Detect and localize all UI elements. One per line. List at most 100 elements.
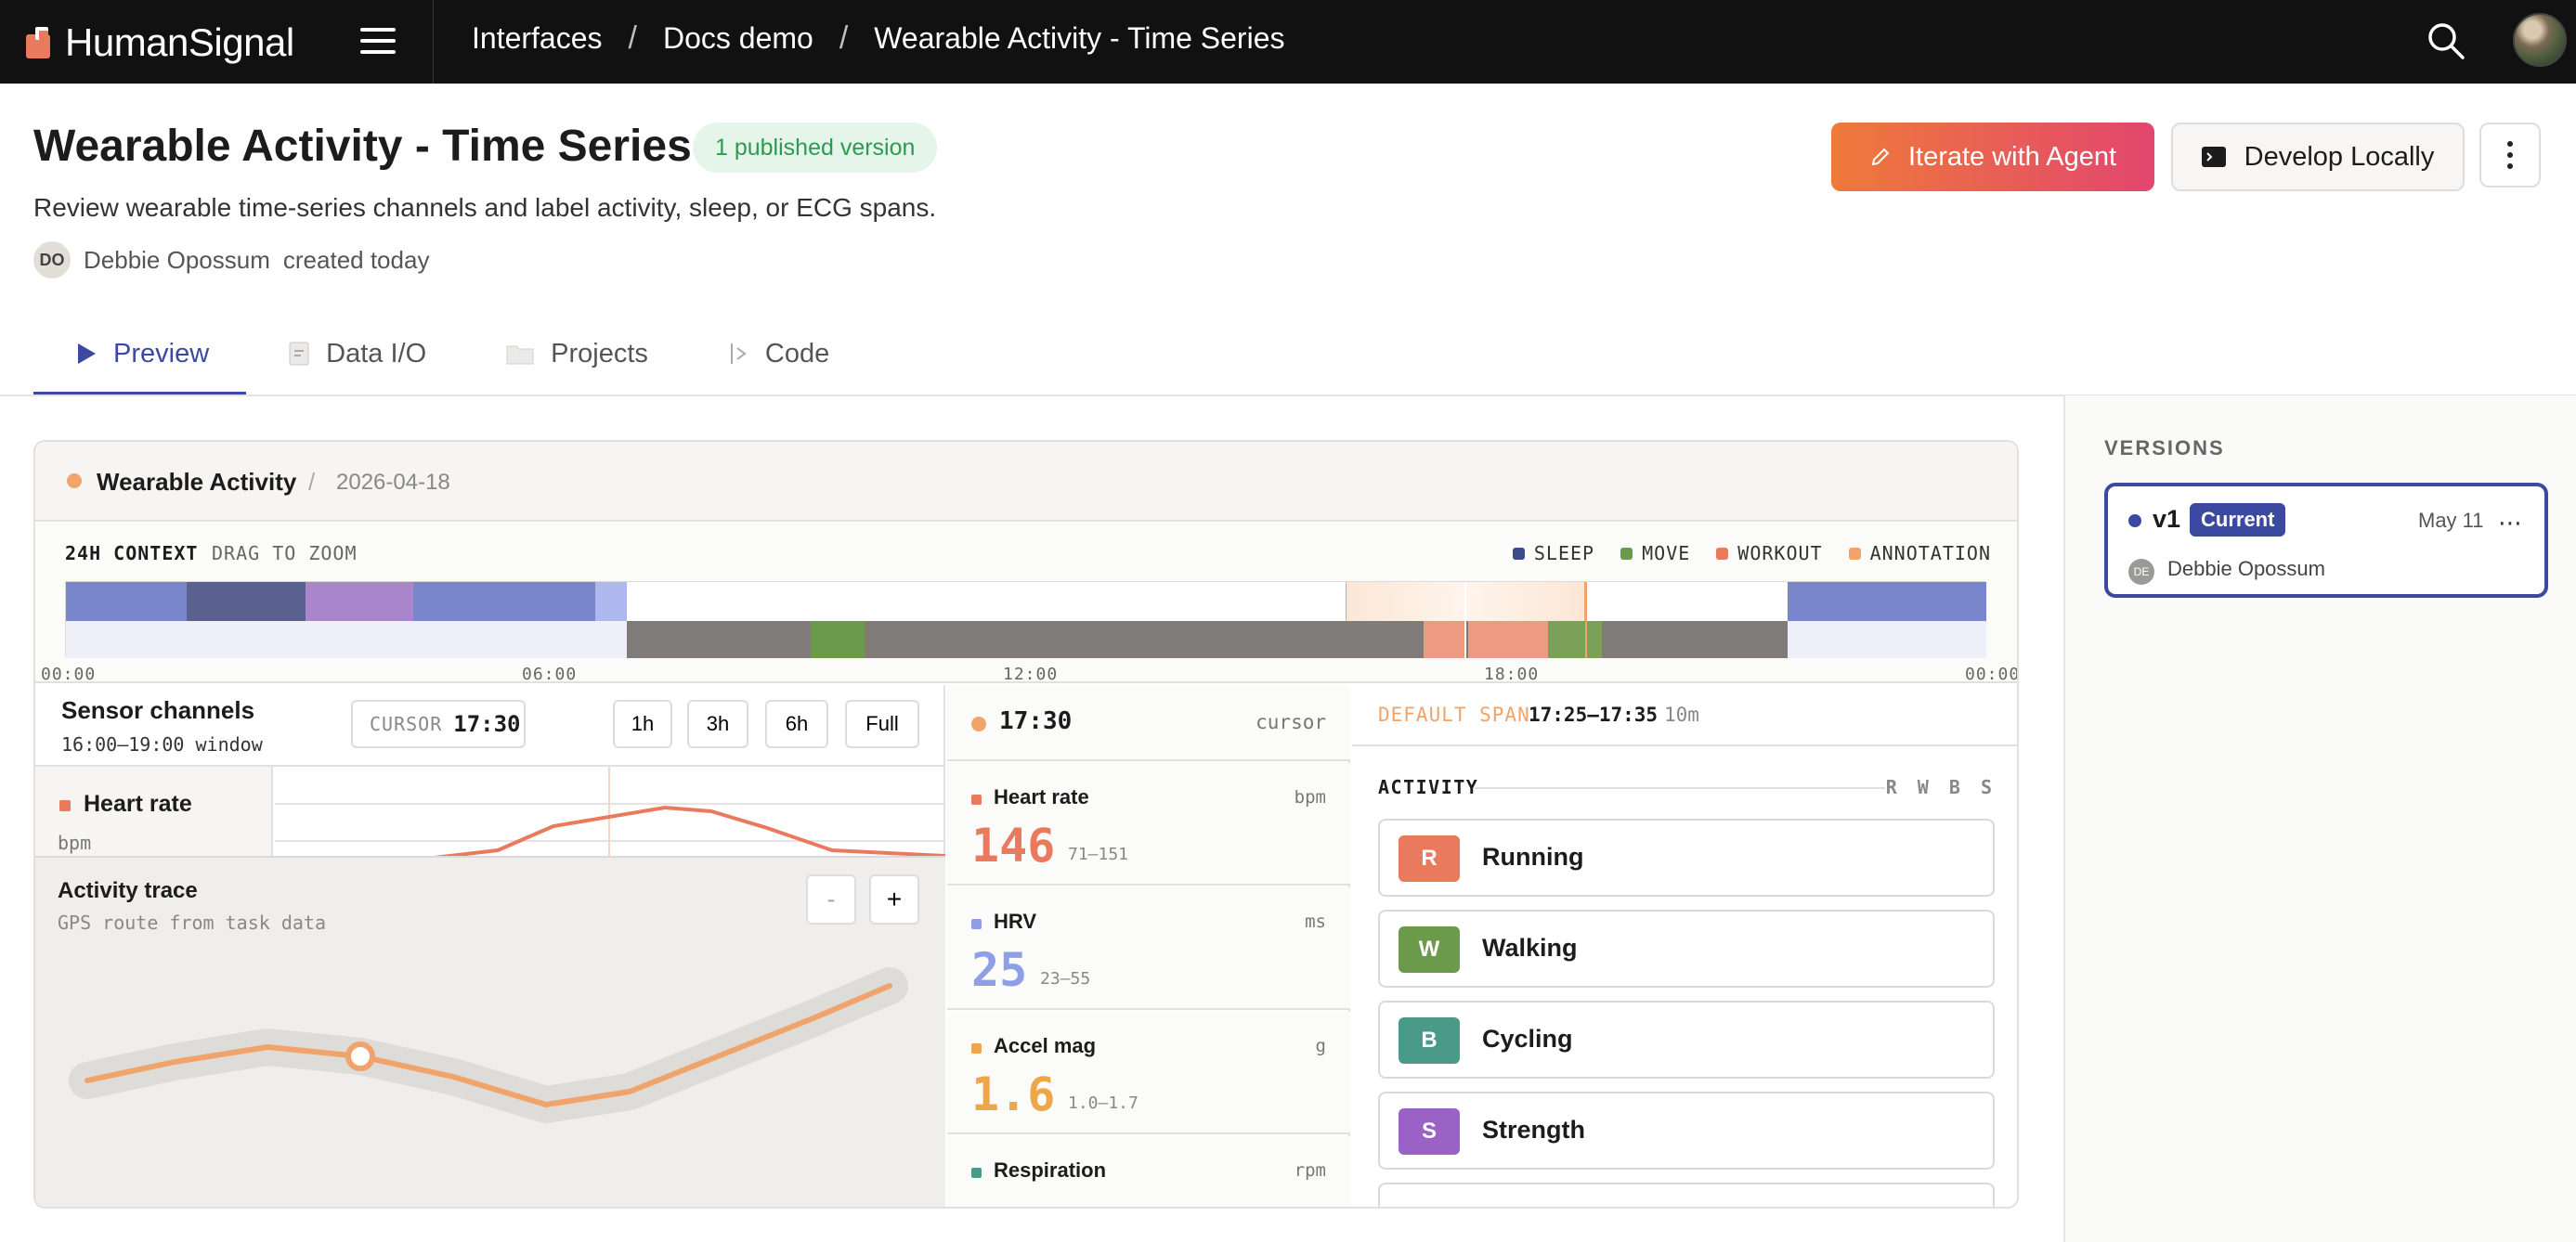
- activity-segment: [627, 621, 1788, 658]
- creator-info: DO Debbie Opossum created today: [33, 241, 429, 278]
- versions-heading: VERSIONS: [2104, 436, 2225, 459]
- more-options-button[interactable]: [2479, 123, 2541, 188]
- label-running[interactable]: R Running: [1378, 819, 1995, 897]
- humansignal-logo-icon: [26, 27, 58, 58]
- metric-unit: ms: [1305, 912, 1326, 932]
- document-icon: [289, 342, 309, 366]
- metric-color-dot: [971, 919, 982, 929]
- metric-color-dot: [971, 1168, 982, 1178]
- span-header: DEFAULT SPAN 17:25–17:35 10m: [1352, 685, 2017, 746]
- sleep-baseline: [1788, 621, 1986, 658]
- sleep-segment: [66, 582, 187, 621]
- label-strength[interactable]: S Strength: [1378, 1092, 1995, 1170]
- range-full-button[interactable]: Full: [845, 700, 919, 748]
- published-badge[interactable]: 1 published version: [693, 123, 938, 173]
- label-name: Strength: [1482, 1116, 1585, 1144]
- current-badge: Current: [2190, 503, 2286, 537]
- range-3h-button[interactable]: 3h: [687, 700, 748, 748]
- breadcrumb-separator: /: [839, 20, 849, 56]
- metric-respiration: Respiration rpm: [947, 1136, 1350, 1207]
- label-name: Walking: [1482, 934, 1578, 962]
- tab-code[interactable]: Code: [685, 312, 866, 395]
- label-hotkey: B: [1399, 1017, 1460, 1064]
- label-cycling[interactable]: B Cycling: [1378, 1001, 1995, 1079]
- channel-name: Heart rate: [84, 791, 192, 817]
- cursor-label: CURSOR: [370, 713, 443, 735]
- default-span-label: DEFAULT SPAN: [1378, 704, 1530, 726]
- sleep-segment: [413, 582, 595, 621]
- context-label: 24H CONTEXT: [65, 542, 199, 564]
- status-dot: [67, 473, 82, 488]
- legend-sleep: SLEEP: [1512, 542, 1594, 564]
- tick-label: 00:00: [1965, 665, 2019, 684]
- activity-hotkeys: R W B S: [1885, 776, 1997, 798]
- tab-preview[interactable]: Preview: [33, 312, 247, 395]
- sleep-baseline: [66, 621, 627, 658]
- breadcrumb-current[interactable]: Wearable Activity - Time Series: [874, 21, 1284, 56]
- gps-route-map[interactable]: [35, 932, 945, 1209]
- range-1h-button[interactable]: 1h: [613, 700, 672, 748]
- label-next[interactable]: [1378, 1183, 1995, 1207]
- context-timeline[interactable]: [65, 581, 1986, 658]
- breadcrumb-separator: /: [628, 20, 637, 56]
- cursor-value: 17:30: [453, 711, 521, 737]
- tab-data-io[interactable]: Data I/O: [246, 312, 463, 395]
- tick-label: 06:00: [522, 665, 578, 684]
- version-card[interactable]: v1 Current May 11 ⋯ DE Debbie Opossum: [2104, 483, 2548, 598]
- label-hotkey: R: [1399, 835, 1460, 882]
- trace-title: Activity trace: [58, 878, 198, 903]
- tab-data-io-label: Data I/O: [326, 338, 427, 369]
- metric-unit: bpm: [1294, 787, 1326, 808]
- develop-locally-button[interactable]: Develop Locally: [2171, 123, 2465, 191]
- metric-value: 146: [971, 819, 1056, 873]
- user-avatar[interactable]: [2513, 13, 2567, 67]
- metric-range: 1.0–1.7: [1068, 1093, 1138, 1113]
- breadcrumb: Interfaces / Docs demo / Wearable Activi…: [472, 20, 1284, 57]
- legend-move: MOVE: [1620, 542, 1690, 564]
- metric-range: 71–151: [1068, 845, 1129, 864]
- context-strip: 24H CONTEXT DRAG TO ZOOM SLEEP MOVE WORK…: [35, 524, 2019, 684]
- heart-rate-plot[interactable]: [275, 767, 945, 856]
- metric-accel-mag: Accel mag g 1.6 1.0–1.7: [947, 1012, 1350, 1134]
- play-icon: [78, 343, 96, 364]
- move-segment: [1548, 621, 1602, 658]
- pencil-icon: [1871, 148, 1890, 166]
- workout-segment: [1424, 621, 1464, 658]
- tab-bar: Preview Data I/O Projects Code: [33, 312, 866, 395]
- search-icon[interactable]: [2426, 20, 2466, 61]
- label-hotkey: W: [1399, 926, 1460, 973]
- tick-label: 12:00: [1003, 665, 1059, 684]
- metric-color-dot: [971, 795, 982, 805]
- metric-value: 25: [971, 943, 1028, 997]
- created-text: created today: [282, 245, 430, 274]
- span-range: 17:25–17:35: [1529, 704, 1659, 726]
- zoom-in-button[interactable]: +: [869, 874, 919, 925]
- iterate-with-agent-label: Iterate with Agent: [1907, 141, 2117, 172]
- version-author-avatar: DE: [2128, 559, 2154, 585]
- metric-heart-rate: Heart rate bpm 146 71–151: [947, 763, 1350, 886]
- cursor-readout[interactable]: CURSOR 17:30: [351, 700, 526, 748]
- menu-icon[interactable]: [360, 24, 396, 58]
- iterate-with-agent-button[interactable]: Iterate with Agent: [1831, 123, 2154, 191]
- page-title: Wearable Activity - Time Series: [33, 122, 692, 171]
- zoom-out-button[interactable]: -: [806, 874, 856, 925]
- breadcrumb-interfaces[interactable]: Interfaces: [472, 21, 603, 56]
- preview-frame: Wearable Activity / 2026-04-18 24H CONTE…: [33, 440, 2019, 1209]
- label-walking[interactable]: W Walking: [1378, 910, 1995, 988]
- move-segment: [811, 621, 865, 658]
- top-nav: HumanSignal Interfaces / Docs demo / Wea…: [0, 0, 2576, 84]
- version-dot: [2128, 514, 2141, 527]
- preview-separator: /: [308, 468, 316, 496]
- activity-trace: Activity trace GPS route from task data …: [35, 856, 945, 1209]
- version-name: v1: [2153, 505, 2181, 533]
- readout-panel: 17:30 cursor Heart rate bpm 146 71–151 H…: [947, 685, 1350, 1207]
- tab-projects[interactable]: Projects: [463, 312, 685, 395]
- metric-color-dot: [971, 1043, 982, 1054]
- label-hotkey: S: [1399, 1108, 1460, 1155]
- version-more-icon[interactable]: ⋯: [2498, 509, 2523, 537]
- logo[interactable]: HumanSignal: [26, 20, 294, 65]
- range-6h-button[interactable]: 6h: [765, 700, 828, 748]
- breadcrumb-docs-demo[interactable]: Docs demo: [663, 21, 813, 56]
- activity-divider: [1475, 787, 1885, 789]
- metric-unit: rpm: [1294, 1160, 1326, 1181]
